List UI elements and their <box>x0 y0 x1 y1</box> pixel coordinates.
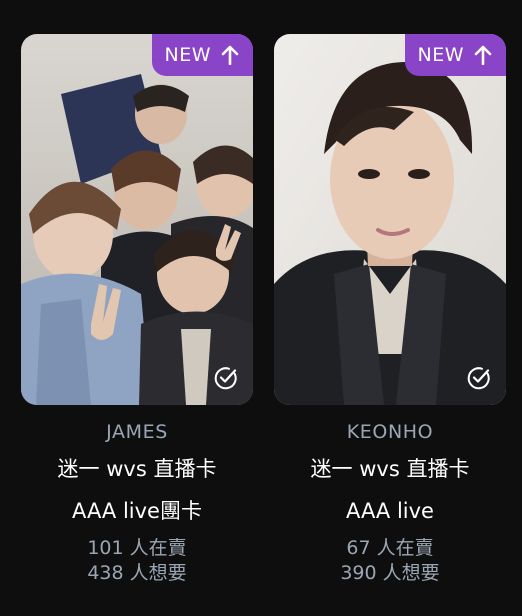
new-badge: NEW <box>152 34 253 76</box>
group-photo-image <box>21 34 253 405</box>
wanting-count: 390 人想要 <box>340 562 440 584</box>
selling-count: 101 人在賣 <box>87 537 187 559</box>
card-title-line2: AAA live <box>346 499 434 523</box>
arrow-up-icon <box>474 45 492 65</box>
card-title-line1: 迷一 wvs 直播卡 <box>57 457 217 481</box>
photocard-item-james[interactable]: NEW JAMES 迷一 wvs 直播卡 AAA live團卡 101 人在賣 … <box>21 34 253 586</box>
new-badge-label: NEW <box>164 44 211 66</box>
check-circle-icon[interactable] <box>213 365 239 391</box>
check-circle-icon[interactable] <box>466 365 492 391</box>
selling-count: 67 人在賣 <box>346 537 434 559</box>
card-title-line2: AAA live團卡 <box>72 499 202 523</box>
portrait-photo-image <box>274 34 506 405</box>
new-badge-label: NEW <box>417 44 464 66</box>
card-title-line1: 迷一 wvs 直播卡 <box>310 457 470 481</box>
card-photo[interactable]: NEW <box>274 34 506 405</box>
wanting-count: 438 人想要 <box>87 562 187 584</box>
photocard-item-keonho[interactable]: NEW KEONHO 迷一 wvs 直播卡 AAA live 67 人在賣 39… <box>274 34 506 586</box>
artist-name: KEONHO <box>346 421 434 443</box>
artist-name: JAMES <box>106 421 168 443</box>
arrow-up-icon <box>221 45 239 65</box>
card-info: KEONHO 迷一 wvs 直播卡 AAA live 67 人在賣 390 人想… <box>274 420 506 586</box>
card-photo[interactable]: NEW <box>21 34 253 405</box>
new-badge: NEW <box>405 34 506 76</box>
card-info: JAMES 迷一 wvs 直播卡 AAA live團卡 101 人在賣 438 … <box>21 420 253 586</box>
